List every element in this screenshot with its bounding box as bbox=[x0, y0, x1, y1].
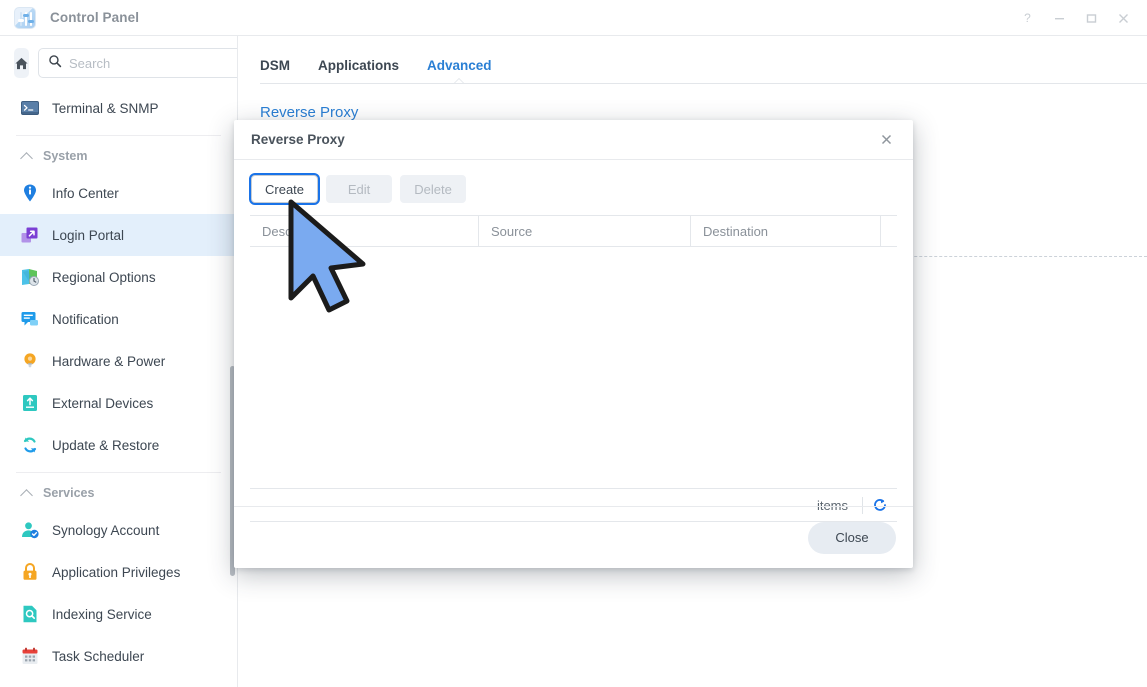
home-button[interactable] bbox=[14, 48, 29, 78]
column-header-extra[interactable] bbox=[880, 215, 897, 247]
sidebar-item-label: Terminal & SNMP bbox=[52, 100, 159, 116]
control-panel-window: Control Panel ? Search Terminal & SNMP S… bbox=[0, 0, 1147, 687]
table-header: Description Source Destination bbox=[250, 215, 897, 247]
sidebar-item-label: Hardware & Power bbox=[52, 353, 166, 369]
sidebar-item-task-scheduler[interactable]: Task Scheduler bbox=[0, 635, 237, 677]
column-header-source[interactable]: Source bbox=[478, 215, 690, 247]
column-header-destination[interactable]: Destination bbox=[690, 215, 880, 247]
edit-button: Edit bbox=[326, 175, 393, 203]
sidebar-item-external-devices[interactable]: External Devices bbox=[0, 382, 237, 424]
create-button[interactable]: Create bbox=[251, 175, 319, 203]
sidebar-divider-2 bbox=[16, 472, 221, 473]
minimize-button[interactable] bbox=[1043, 0, 1075, 36]
synology-account-icon bbox=[20, 520, 40, 540]
notification-icon bbox=[20, 309, 40, 329]
chevron-up-icon bbox=[22, 151, 33, 162]
sidebar-group-services[interactable]: Services bbox=[0, 477, 237, 509]
dialog-header: Reverse Proxy bbox=[234, 120, 913, 160]
search-icon bbox=[48, 54, 62, 73]
hardware-power-icon bbox=[20, 351, 40, 371]
search-box[interactable] bbox=[38, 48, 237, 78]
svg-text:?: ? bbox=[1024, 12, 1031, 25]
dialog-toolbar: Create Edit Delete bbox=[234, 160, 913, 215]
sidebar-divider bbox=[16, 135, 221, 136]
sidebar-group-label: System bbox=[43, 149, 88, 163]
regional-options-icon bbox=[20, 267, 40, 287]
info-center-icon bbox=[20, 183, 40, 203]
sidebar-item-indexing-service[interactable]: Indexing Service bbox=[0, 593, 237, 635]
sidebar-item-label: Info Center bbox=[52, 185, 119, 201]
sidebar-group-system[interactable]: System bbox=[0, 140, 237, 172]
sidebar-item-hardware-power[interactable]: Hardware & Power bbox=[0, 340, 237, 382]
sidebar-item-label: Task Scheduler bbox=[52, 648, 145, 664]
sidebar-item-info-center[interactable]: Info Center bbox=[0, 172, 237, 214]
sidebar-item-login-portal[interactable]: Login Portal bbox=[0, 214, 237, 256]
tab-applications[interactable]: Applications bbox=[318, 58, 399, 84]
control-panel-icon bbox=[14, 6, 36, 29]
column-header-description[interactable]: Description bbox=[250, 215, 478, 247]
sidebar-item-label: Update & Restore bbox=[52, 437, 160, 453]
help-button[interactable]: ? bbox=[1011, 0, 1043, 36]
sidebar-item-notification[interactable]: Notification bbox=[0, 298, 237, 340]
sidebar-item-label: Indexing Service bbox=[52, 606, 152, 622]
indexing-service-icon bbox=[20, 604, 40, 624]
reverse-proxy-link[interactable]: Reverse Proxy bbox=[238, 84, 1147, 121]
window-title: Control Panel bbox=[50, 10, 140, 25]
task-scheduler-icon bbox=[20, 646, 40, 666]
home-icon bbox=[15, 57, 28, 69]
close-window-button[interactable] bbox=[1107, 0, 1139, 36]
tab-underline bbox=[260, 83, 1147, 84]
sidebar-item-label: Synology Account bbox=[52, 522, 160, 538]
sidebar-item-update-restore[interactable]: Update & Restore bbox=[0, 424, 237, 466]
sidebar-item-label: Notification bbox=[52, 311, 119, 327]
sidebar-item-terminal-snmp[interactable]: Terminal & SNMP bbox=[0, 87, 237, 129]
sidebar-search-row bbox=[0, 36, 237, 87]
sidebar-item-application-privileges[interactable]: Application Privileges bbox=[0, 551, 237, 593]
table-body bbox=[234, 247, 913, 488]
search-input[interactable] bbox=[69, 55, 237, 71]
window-controls: ? bbox=[1011, 0, 1139, 36]
tab-dsm[interactable]: DSM bbox=[260, 58, 290, 84]
close-dialog-button[interactable]: Close bbox=[808, 521, 896, 554]
delete-button: Delete bbox=[400, 175, 467, 203]
dialog-footer: Close bbox=[234, 506, 913, 568]
sidebar-item-label: Application Privileges bbox=[52, 564, 181, 580]
sidebar-group-label: Services bbox=[43, 486, 95, 500]
sidebar-item-regional-options[interactable]: Regional Options bbox=[0, 256, 237, 298]
sidebar-item-synology-account[interactable]: Synology Account bbox=[0, 509, 237, 551]
terminal-icon bbox=[20, 98, 40, 118]
login-portal-icon bbox=[20, 225, 40, 245]
title-bar: Control Panel ? bbox=[0, 0, 1147, 36]
sidebar-item-label: Login Portal bbox=[52, 227, 125, 243]
reverse-proxy-dialog: Reverse Proxy Create Edit Delete Descrip… bbox=[234, 120, 913, 568]
chevron-up-icon bbox=[22, 488, 33, 499]
sidebar: Terminal & SNMP System Info Center bbox=[0, 36, 238, 687]
dialog-close-icon[interactable] bbox=[873, 127, 899, 153]
sidebar-item-label: Regional Options bbox=[52, 269, 156, 285]
external-devices-icon bbox=[20, 393, 40, 413]
sidebar-item-label: External Devices bbox=[52, 395, 154, 411]
update-restore-icon bbox=[20, 435, 40, 455]
maximize-button[interactable] bbox=[1075, 0, 1107, 36]
tab-advanced[interactable]: Advanced bbox=[427, 58, 492, 84]
dialog-title: Reverse Proxy bbox=[251, 132, 345, 147]
application-privileges-icon bbox=[20, 562, 40, 582]
tab-bar: DSM Applications Advanced bbox=[238, 36, 1147, 84]
